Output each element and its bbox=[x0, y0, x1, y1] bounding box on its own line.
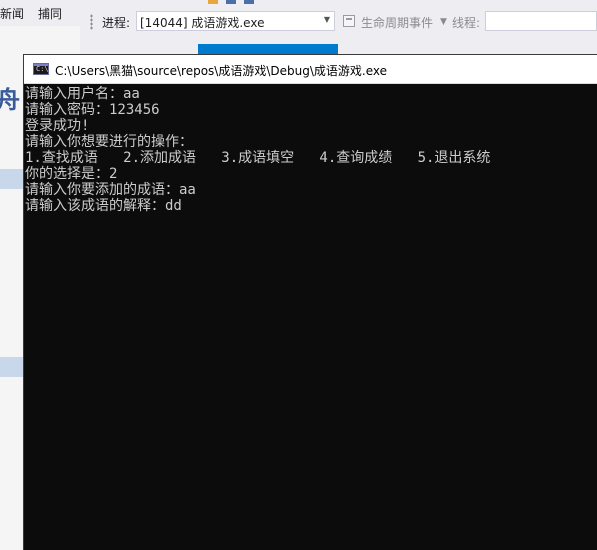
chevron-down-icon[interactable]: ▼ bbox=[440, 17, 447, 27]
toolbar-icon[interactable] bbox=[226, 0, 236, 4]
toolbar-icon[interactable] bbox=[244, 0, 254, 4]
thread-dropdown[interactable] bbox=[485, 11, 597, 31]
process-dropdown[interactable]: [14044] 成语游戏.exe ▼ bbox=[136, 11, 335, 31]
toolbar-grip-icon[interactable] bbox=[90, 14, 93, 30]
vs-toolbar-strip bbox=[80, 0, 597, 8]
process-label: 进程: bbox=[102, 16, 131, 30]
console-line: 请输入你想要进行的操作： bbox=[25, 134, 193, 150]
tree-selection-highlight[interactable] bbox=[0, 169, 24, 189]
process-dropdown-value: [14044] 成语游戏.exe bbox=[140, 16, 265, 30]
console-app-icon-text: C:\ bbox=[36, 65, 49, 73]
console-line: 1.查找成语 2.添加成语 3.成语填空 4.查询成绩 5.退出系统 bbox=[25, 150, 491, 166]
console-line: 请输入该成语的解释：dd bbox=[25, 198, 182, 214]
vs-logo-icon: 舟 bbox=[0, 85, 20, 114]
thread-label: 线程: bbox=[452, 16, 481, 30]
console-app-icon[interactable]: C:\ bbox=[33, 63, 49, 75]
vs-document-tabstrip bbox=[80, 36, 597, 54]
menu-item-capture[interactable]: 捕同 bbox=[38, 5, 62, 22]
chevron-down-icon: ▼ bbox=[323, 15, 330, 24]
lifecycle-events-icon[interactable] bbox=[343, 15, 355, 27]
console-window-title: C:\Users\黑猫\source\repos\成语游戏\Debug\成语游戏… bbox=[55, 64, 388, 78]
lifecycle-events-button[interactable]: 生命周期事件 bbox=[361, 14, 433, 31]
menu-item-news[interactable]: 新闻 bbox=[0, 5, 24, 22]
console-title-bar[interactable]: C:\ C:\Users\黑猫\source\repos\成语游戏\Debug\… bbox=[24, 55, 597, 84]
active-document-tab[interactable] bbox=[198, 44, 338, 54]
console-line: 请输入用户名：aa bbox=[25, 86, 140, 102]
console-line: 请输入你要添加的成语：aa bbox=[25, 182, 196, 198]
console-line: 登录成功! bbox=[25, 118, 90, 134]
console-output[interactable]: 请输入用户名：aa 请输入密码：123456 登录成功! 请输入你想要进行的操作… bbox=[24, 85, 597, 550]
console-line: 请输入密码：123456 bbox=[25, 102, 160, 118]
toolbar-icon[interactable] bbox=[208, 0, 218, 4]
vs-menu-bar: 新闻 捕同 bbox=[0, 0, 80, 26]
console-window[interactable]: C:\ C:\Users\黑猫\source\repos\成语游戏\Debug\… bbox=[24, 55, 597, 550]
vs-debug-location-toolbar: 进程: [14044] 成语游戏.exe ▼ 生命周期事件 ▼ 线程: bbox=[80, 8, 597, 36]
console-line: 你的选择是：2 bbox=[25, 166, 118, 182]
tree-selection-highlight[interactable] bbox=[0, 357, 24, 377]
